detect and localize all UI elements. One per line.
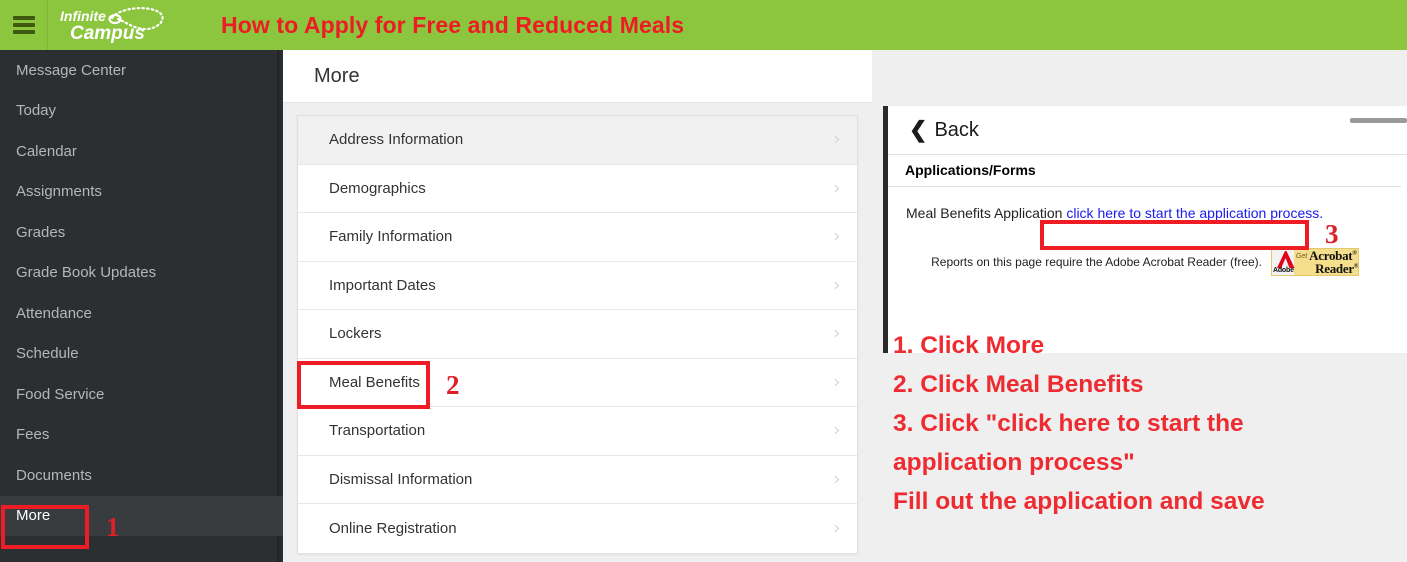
registered-mark-2: ® [1353,263,1358,270]
left-sidebar-nav: Message Center Today Calendar Assignments Gr… [0,50,283,562]
chevron-right-icon: › [833,128,841,151]
chevron-right-icon: › [833,516,841,539]
get-acrobat-reader-badge[interactable]: Adobe Get Acrobat® Reader® [1271,248,1359,276]
sidebar-item-more[interactable]: More [0,495,283,536]
more-item-label: Dismissal Information [329,470,473,488]
section-title-applications-forms: Applications/Forms [888,155,1401,187]
sidebar-item-message-center[interactable]: Message Center [0,50,283,91]
acrobat-footer-note-row: Reports on this page require the Adobe A… [906,248,1407,276]
more-item-label: Meal Benefits [329,373,420,391]
more-item-label: Address Information [329,131,464,149]
sidebar-item-label: Food Service [16,385,105,403]
more-item-label: Transportation [329,422,426,440]
sidebar-item-label: Calendar [16,142,77,160]
sidebar-item-label: More [16,507,51,525]
sidebar-item-label: Message Center [16,61,127,79]
instruction-line-4: application process" [893,449,1135,476]
instruction-line-2: 2. Click Meal Benefits [893,371,1144,398]
chevron-right-icon: › [833,467,841,490]
back-button[interactable]: ❮ Back [888,106,1407,155]
more-item-label: Demographics [329,179,426,197]
annotation-number-2: 2 [446,370,460,400]
sidebar-item-grades[interactable]: Grades [0,212,283,253]
acrobat-footer-note: Reports on this page require the Adobe A… [931,255,1262,269]
acrobat-get-label: Get [1295,253,1308,260]
sidebar-item-assignments[interactable]: Assignments [0,172,283,213]
sidebar-item-today[interactable]: Today [0,91,283,132]
svg-text:Infinite: Infinite [60,8,106,24]
chevron-right-icon: › [833,370,841,393]
more-item-meal-benefits[interactable]: Meal Benefits › [298,358,857,407]
chevron-right-icon: › [833,419,841,442]
more-item-label: Online Registration [329,519,457,537]
svg-text:Campus: Campus [70,23,145,44]
more-item-label: Important Dates [329,276,436,294]
logo-icon: Infinite Campus [60,7,164,44]
annotation-number-3: 3 [1325,219,1339,249]
sidebar-item-fees[interactable]: Fees [0,415,283,456]
sidebar-item-label: Grades [16,223,66,241]
more-item-label: Family Information [329,228,453,246]
more-item-transportation[interactable]: Transportation › [298,407,857,456]
registered-mark-1: ® [1352,250,1357,257]
sidebar-item-attendance[interactable]: Attendance [0,293,283,334]
sidebar-item-calendar[interactable]: Calendar [0,131,283,172]
top-header-bar: Infinite Campus How to Apply for Free an… [0,0,1407,50]
more-column-title: More [283,50,872,103]
more-column: More Address Information › Demographics › Fa… [283,50,872,562]
instruction-line-1: 1. Click More [893,332,1045,359]
sidebar-item-food-service[interactable]: Food Service [0,374,283,415]
chevron-right-icon: › [833,225,841,248]
chevron-left-icon: ❮ [909,117,928,142]
sidebar-item-label: Documents [16,466,92,484]
sidebar-item-grade-book-updates[interactable]: Grade Book Updates [0,253,283,294]
instruction-line-3: 3. Click "click here to start the [893,410,1244,437]
sidebar-item-label: Attendance [16,304,92,322]
chevron-right-icon: › [833,322,841,345]
more-item-demographics[interactable]: Demographics › [298,164,857,213]
banner-title: How to Apply for Free and Reduced Meals [221,11,685,38]
adobe-wordmark: Adobe [1273,267,1294,274]
sidebar-item-label: Fees [16,426,50,444]
adobe-logo-block: Adobe [1272,249,1295,275]
instructions-overlay: 1. Click More 2. Click Meal Benefits 3. Cl… [893,326,1393,521]
sidebar-item-label: Today [16,102,57,120]
infinite-campus-logo[interactable]: Infinite Campus [48,0,173,50]
more-item-family-information[interactable]: Family Information › [298,213,857,262]
hamburger-icon [12,13,35,37]
chevron-right-icon: › [833,273,841,296]
chevron-right-icon: › [833,176,841,199]
reader-word: Reader [1315,261,1354,276]
start-application-link[interactable]: click here to start the application proc… [1066,205,1323,221]
more-item-address-information[interactable]: Address Information › [298,116,857,165]
more-item-important-dates[interactable]: Important Dates › [298,261,857,310]
sidebar-item-label: Grade Book Updates [16,264,157,282]
more-item-dismissal-information[interactable]: Dismissal Information › [298,455,857,504]
more-item-label: Lockers [329,325,382,343]
horizontal-scrollbar[interactable] [1350,118,1407,123]
sidebar-item-label: Schedule [16,345,79,363]
sidebar-item-documents[interactable]: Documents [0,455,283,496]
more-item-lockers[interactable]: Lockers › [298,310,857,359]
back-button-label: Back [934,118,979,141]
acrobat-reader-wordmark: Acrobat® Reader® [1309,249,1358,275]
sidebar-item-schedule[interactable]: Schedule [0,334,283,375]
meal-benefits-application-label: Meal Benefits Application [906,205,1063,221]
annotation-number-1: 1 [106,512,120,542]
hamburger-menu-button[interactable] [0,0,48,50]
more-items-list: Address Information › Demographics › Family … [297,115,858,554]
instruction-line-5: Fill out the application and save [893,488,1265,515]
more-item-online-registration[interactable]: Online Registration › [298,504,857,553]
sidebar-item-label: Assignments [16,183,102,201]
